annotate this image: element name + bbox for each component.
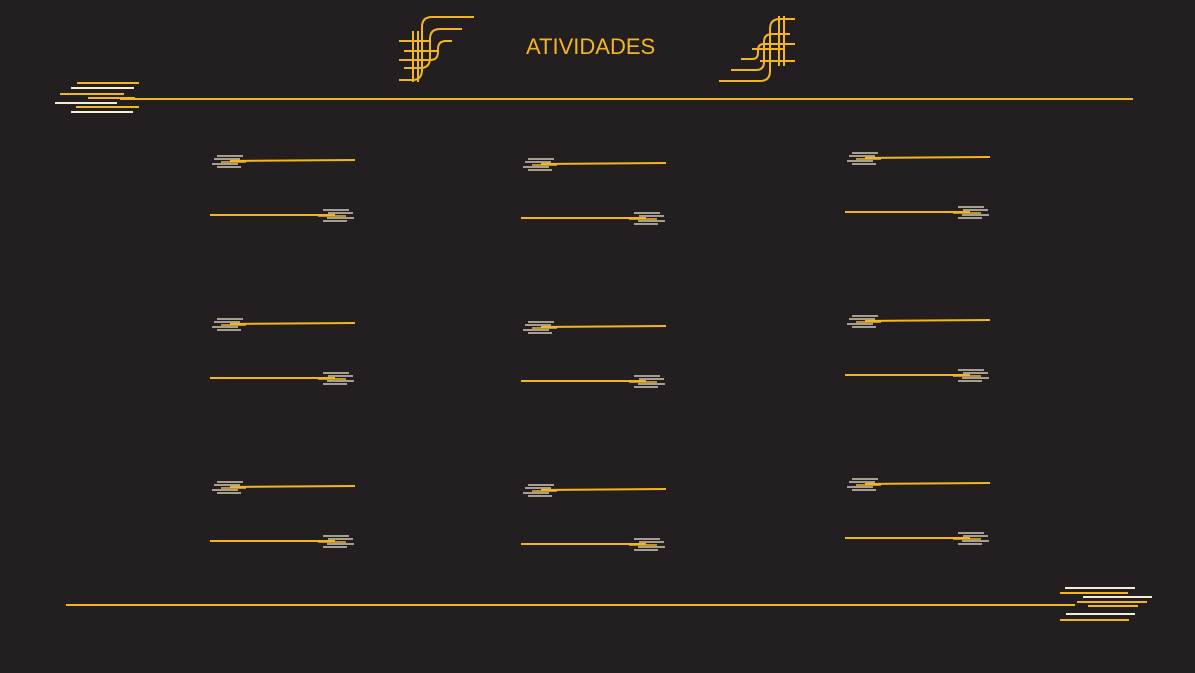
slot-base-line: [210, 372, 354, 385]
slot-base-line: [210, 209, 354, 222]
slot-heading-line: [847, 478, 991, 491]
slot-base-line: [521, 375, 665, 388]
activity-slot: [210, 318, 356, 385]
activity-slot: [521, 484, 667, 551]
slot-heading-line: [847, 152, 991, 165]
slot-heading-line: [847, 315, 991, 328]
slot-heading-line: [523, 158, 667, 171]
slot-base-line: [845, 532, 989, 545]
slot-base-line: [521, 212, 665, 225]
page-title: ATIVIDADES: [526, 34, 656, 59]
activity-slot: [845, 315, 991, 382]
activity-slot: [521, 321, 667, 388]
decoration-layer: [55, 16, 1152, 621]
slot-heading-line: [212, 318, 356, 331]
activity-slot: [210, 155, 356, 222]
activity-slot: [845, 478, 991, 545]
activity-slot: [210, 481, 356, 548]
activities-page: ATIVIDADES: [0, 0, 1195, 673]
slot-base-line: [845, 369, 989, 382]
slot-base-line: [521, 538, 665, 551]
title-ornament-right: [719, 16, 795, 82]
activity-slot-grid: [210, 152, 991, 551]
slot-heading-line: [212, 155, 356, 168]
slot-heading-line: [212, 481, 356, 494]
slot-heading-line: [523, 321, 667, 334]
bottom-divider: [66, 587, 1152, 621]
slot-base-line: [845, 206, 989, 219]
activity-slot: [845, 152, 991, 219]
title-ornament-left: [399, 16, 474, 82]
slot-base-line: [210, 535, 354, 548]
top-divider: [55, 82, 1133, 113]
activity-slot: [521, 158, 667, 225]
slot-heading-line: [523, 484, 667, 497]
